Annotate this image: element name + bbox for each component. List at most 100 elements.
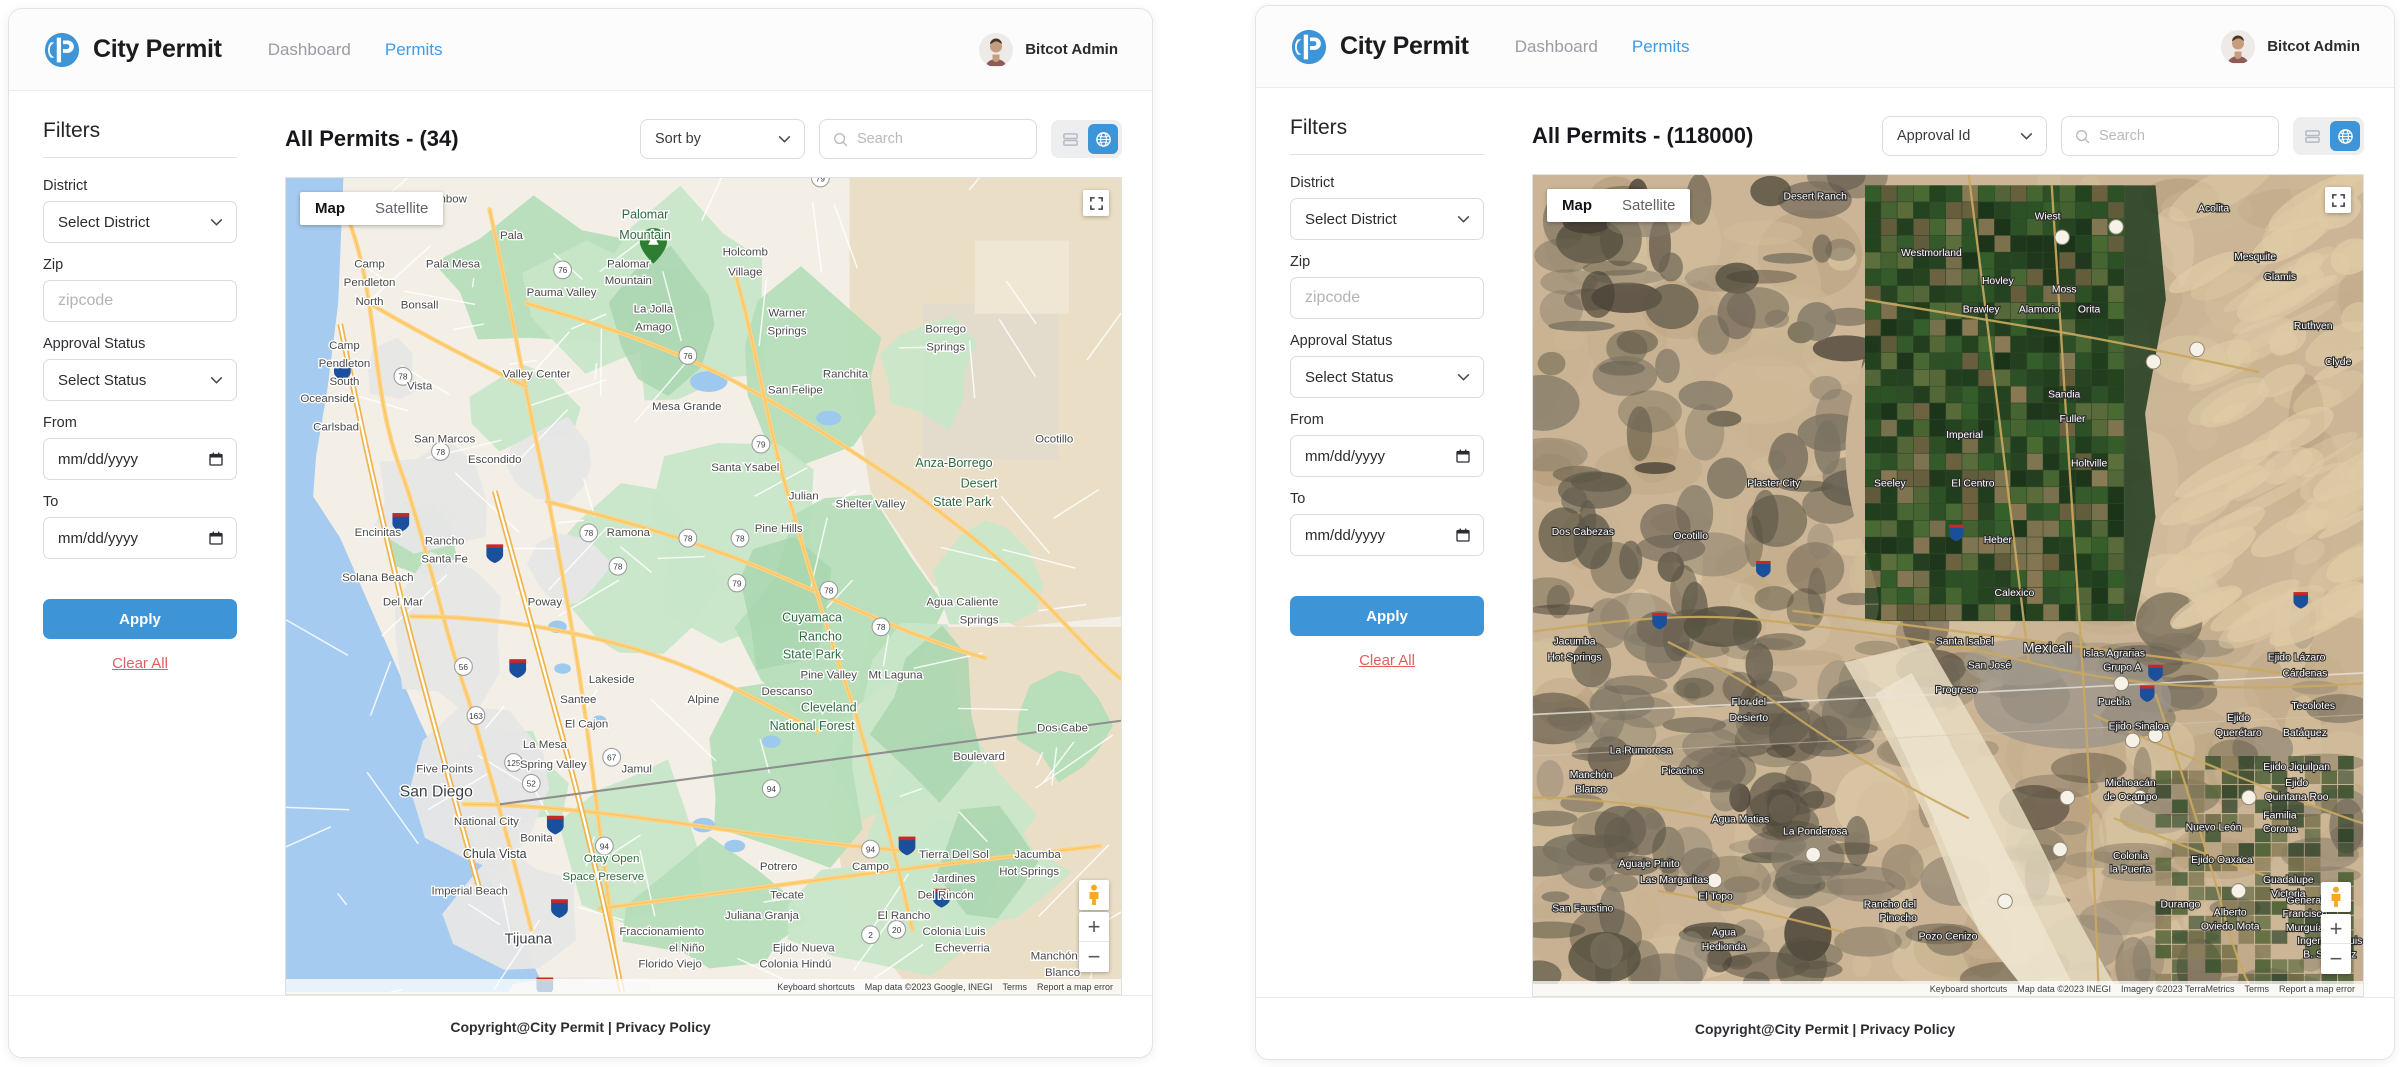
nav-link-permits[interactable]: Permits: [1632, 37, 1690, 57]
search-input[interactable]: Search: [2061, 116, 2279, 156]
map-place-label: Echeverria: [935, 942, 990, 954]
svg-text:78: 78: [824, 586, 834, 596]
svg-text:94: 94: [866, 844, 876, 854]
select-district[interactable]: Select District: [43, 201, 237, 243]
nav-link-permits[interactable]: Permits: [385, 40, 443, 60]
calendar-icon[interactable]: [1456, 449, 1470, 463]
route-shield: [2125, 733, 2140, 748]
label-from: From: [43, 415, 237, 431]
calendar-icon[interactable]: [209, 452, 223, 466]
map-place-label: San Faustino: [1552, 903, 1613, 914]
input-from-date[interactable]: mm/dd/yyyy: [1290, 435, 1484, 477]
map-place-label: Descanso: [762, 686, 813, 698]
highway-shield: 78: [731, 529, 749, 547]
map-place-label: Pine Hills: [755, 523, 803, 535]
input-zip[interactable]: zipcode: [1290, 277, 1484, 319]
map-place-label: San Marcos: [414, 434, 475, 446]
footer-text: Copyright@City Permit | Privacy Policy: [450, 1019, 710, 1035]
map-place-label: Glamis: [2264, 272, 2296, 283]
permits-content: All Permits - (34) Sort by Search: [271, 91, 1152, 995]
map-place-label: Mt Laguna: [868, 670, 923, 682]
map-place-label: el Niño: [669, 942, 705, 954]
satellite-canvas[interactable]: Desert RanchWiestAcolitaWestmorlandMesqu…: [1533, 175, 2363, 984]
roadmap-canvas[interactable]: 7676787879787878797856675212516378949478…: [286, 178, 1121, 992]
map-place-label: Ejido Sinaloa: [2109, 721, 2170, 732]
input-zip[interactable]: zipcode: [43, 280, 237, 322]
map-place-label: Ruthven: [2294, 321, 2333, 332]
map-container-roadmap[interactable]: 7676787879787878797856675212516378949478…: [285, 177, 1122, 995]
input-from-date[interactable]: mm/dd/yyyy: [43, 438, 237, 480]
map-view-button[interactable]: [1088, 124, 1118, 154]
map-place-label: Progreso: [1935, 685, 1977, 696]
map-place-label: Camp: [329, 340, 360, 352]
map-place-label: Del Mar: [383, 596, 423, 608]
map-container-satellite[interactable]: Desert RanchWiestAcolitaWestmorlandMesqu…: [1532, 174, 2364, 997]
input-zip-placeholder: zipcode: [58, 292, 113, 310]
map-place-label: Ejido Oaxaca: [2191, 855, 2253, 866]
calendar-icon[interactable]: [1456, 528, 1470, 542]
brand-logo-group[interactable]: City Permit: [43, 31, 222, 69]
zoom-in-button[interactable]: +: [2321, 914, 2351, 944]
list-view-icon: [2304, 128, 2321, 145]
user-menu[interactable]: Bitcot Admin: [979, 33, 1118, 67]
street-view-pegman-button[interactable]: [2321, 882, 2351, 912]
zoom-in-button[interactable]: +: [1079, 912, 1109, 942]
map-place-label: Chula Vista: [463, 847, 527, 861]
zoom-out-button[interactable]: −: [2321, 944, 2351, 974]
zoom-out-button[interactable]: −: [1079, 942, 1109, 972]
map-type-satellite-button[interactable]: Satellite: [360, 192, 443, 225]
nav-link-dashboard[interactable]: Dashboard: [1515, 37, 1598, 57]
list-view-button[interactable]: [1055, 124, 1085, 154]
map-place-label: Five Points: [416, 763, 473, 775]
map-type-switch: Map Satellite: [1547, 189, 1690, 222]
map-place-label: Hot Springs: [999, 866, 1059, 878]
brand-logo-group[interactable]: City Permit: [1290, 28, 1469, 66]
map-place-label: Calexico: [1995, 588, 2035, 599]
input-to-date[interactable]: mm/dd/yyyy: [43, 517, 237, 559]
select-approval-status[interactable]: Select Status: [1290, 356, 1484, 398]
search-input[interactable]: Search: [819, 119, 1037, 159]
clear-all-link[interactable]: Clear All: [1290, 652, 1484, 669]
clear-all-link[interactable]: Clear All: [43, 655, 237, 672]
route-shield: [2190, 342, 2205, 357]
apply-filters-button[interactable]: Apply: [43, 599, 237, 639]
highway-shield: 79: [728, 574, 746, 592]
highway-shield: 78: [820, 581, 838, 599]
fullscreen-button[interactable]: [2325, 187, 2351, 213]
sort-by-select[interactable]: Approval Id: [1882, 116, 2047, 156]
map-type-map-button[interactable]: Map: [300, 192, 360, 225]
map-place-label: Clyde: [2325, 357, 2352, 368]
sort-by-select[interactable]: Sort by: [640, 119, 805, 159]
map-view-button[interactable]: [2330, 121, 2360, 151]
map-type-switch: Map Satellite: [300, 192, 443, 225]
map-place-label: Jamul: [621, 763, 652, 775]
apply-filters-button[interactable]: Apply: [1290, 596, 1484, 636]
street-view-pegman-icon: [1085, 884, 1103, 906]
map-place-label: Pala Mesa: [426, 259, 481, 271]
map-type-map-button[interactable]: Map: [1547, 189, 1607, 222]
input-to-date[interactable]: mm/dd/yyyy: [1290, 514, 1484, 556]
map-place-label: Ocotillo: [1035, 434, 1073, 446]
page-body: Filters District Select District Zip zip…: [9, 91, 1152, 995]
svg-text:20: 20: [892, 925, 902, 935]
chevron-down-icon: [1457, 371, 1470, 384]
fullscreen-icon: [1089, 196, 1104, 211]
list-view-button[interactable]: [2297, 121, 2327, 151]
list-view-icon: [1062, 131, 1079, 148]
calendar-icon[interactable]: [209, 531, 223, 545]
select-approval-status[interactable]: Select Status: [43, 359, 237, 401]
select-district[interactable]: Select District: [1290, 198, 1484, 240]
street-view-pegman-button[interactable]: [1079, 880, 1109, 910]
field-approval-status: Approval Status Select Status: [1290, 333, 1484, 398]
user-menu[interactable]: Bitcot Admin: [2221, 30, 2360, 64]
nav-link-dashboard[interactable]: Dashboard: [268, 40, 351, 60]
label-zip: Zip: [43, 257, 237, 273]
fullscreen-button[interactable]: [1083, 190, 1109, 216]
map-place-label: Santee: [560, 694, 596, 706]
highway-shield: 20: [888, 921, 906, 939]
map-place-label: San Diego: [400, 784, 473, 801]
map-place-label: Ramona: [607, 527, 651, 539]
map-place-label: Pendleton: [344, 277, 396, 289]
map-type-satellite-button[interactable]: Satellite: [1607, 189, 1690, 222]
label-to: To: [1290, 491, 1484, 507]
